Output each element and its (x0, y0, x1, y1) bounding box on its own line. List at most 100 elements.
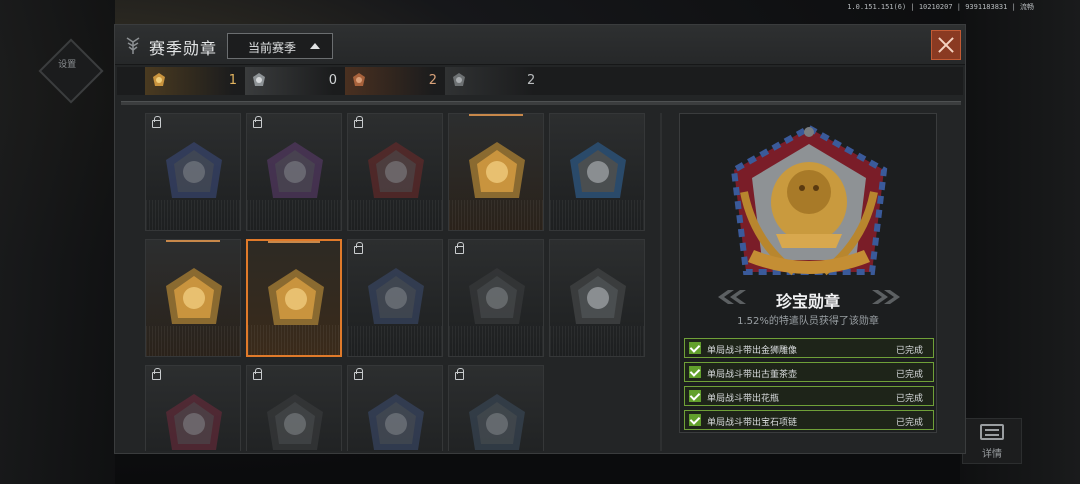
stat-bronze-count: 2 (428, 73, 437, 88)
medal-cell[interactable] (145, 239, 241, 357)
season-medals-panel: 赛季勋章 当前赛季 1 0 2 2 珍宝勋章 1.52%的特遣队员获得了该勋章 … (114, 24, 966, 454)
task-item: 单局战斗带出宝石项链 已完成 (684, 410, 934, 430)
medal-cell[interactable] (549, 239, 645, 357)
gray-medal-icon (453, 73, 465, 86)
medal-cell[interactable] (448, 239, 544, 357)
lock-icon (354, 242, 363, 254)
medal-grid (145, 113, 647, 451)
medal-cell[interactable] (246, 239, 342, 357)
lock-icon (253, 368, 262, 380)
eagle-medal-icon (570, 268, 626, 324)
lock-icon (455, 242, 464, 254)
task-name: 单局战斗带出古董茶壶 (707, 370, 798, 380)
bronze-medal-icon (353, 73, 365, 86)
check-icon (689, 390, 701, 402)
gold-medal-icon (153, 73, 165, 86)
medal-cell-pattern (449, 200, 543, 230)
detail-button-label: 详情 (982, 449, 1002, 460)
silver-medal-icon (253, 73, 265, 86)
task-name: 单局战斗带出宝石项链 (707, 418, 798, 428)
medal-cell[interactable] (145, 113, 241, 231)
task-status: 已完成 (895, 418, 923, 428)
medal-cell-accent (469, 114, 523, 116)
medal-cell[interactable] (347, 113, 443, 231)
check-icon (689, 342, 701, 354)
stat-gray-count: 2 (527, 73, 536, 88)
medal-stats-bar: 1 0 2 2 (117, 67, 963, 95)
helmet-medal-icon (267, 394, 323, 450)
medal-cell-pattern (248, 325, 340, 355)
task-item: 单局战斗带出古董茶壶 已完成 (684, 362, 934, 382)
stat-silver-count: 0 (328, 73, 337, 88)
panel-titlebar: 赛季勋章 当前赛季 (115, 25, 965, 65)
stat-bronze: 2 (345, 67, 443, 95)
task-name: 单局战斗带出花瓶 (707, 394, 780, 404)
medal-rate: 1.52%的特遣队员获得了该勋章 (737, 316, 879, 327)
medal-cell-pattern (550, 326, 644, 356)
lock-icon (152, 368, 161, 380)
task-status: 已完成 (895, 394, 923, 404)
left-hud-button-label: 设置 (58, 60, 77, 71)
medal-cell-accent (268, 241, 320, 243)
stat-gray: 2 (445, 67, 543, 95)
lock-icon (354, 368, 363, 380)
armored-medal-icon (368, 268, 424, 324)
stat-gold-count: 1 (228, 73, 237, 88)
badge-medal-icon (368, 394, 424, 450)
red-emblem-medal-icon (368, 142, 424, 198)
task-status: 已完成 (895, 370, 923, 380)
cannon-medal-icon (469, 268, 525, 324)
crossed-sword-medal-icon (166, 142, 222, 198)
stat-silver: 0 (245, 67, 343, 95)
medal-cell-pattern (550, 200, 644, 230)
medal-name: 珍宝勋章 (775, 292, 840, 311)
medal-cell[interactable] (246, 113, 342, 231)
medal-cell-pattern (348, 326, 442, 356)
divider (121, 101, 961, 105)
wings-emblem-icon (126, 37, 140, 54)
treasure-chest-medal-icon (166, 268, 222, 324)
shield-swords-medal-icon (469, 142, 525, 198)
lock-icon (354, 116, 363, 128)
lock-icon (455, 368, 464, 380)
stat-gold: 1 (145, 67, 243, 95)
crossed-rifles-medal-icon (267, 142, 323, 198)
lock-icon (152, 116, 161, 128)
medal-cell-pattern (146, 326, 240, 356)
medal-cell[interactable] (448, 113, 544, 231)
lion-medal-icon (268, 269, 324, 325)
lock-icon (253, 116, 262, 128)
medal-cell-pattern (449, 326, 543, 356)
task-name: 单局战斗带出金狮雕像 (707, 346, 798, 356)
check-icon (689, 366, 701, 378)
medal-cell[interactable] (145, 365, 241, 451)
medal-cell-accent (166, 240, 220, 242)
chevron-up-icon (310, 43, 320, 49)
panel-separator (660, 113, 662, 451)
medal-cell-pattern (146, 200, 240, 230)
medal-cell[interactable] (347, 239, 443, 357)
tank-medal-icon (570, 142, 626, 198)
page-title: 赛季勋章 (149, 39, 218, 58)
medal-cell-pattern (247, 200, 341, 230)
season-dropdown[interactable]: 当前赛季 (227, 33, 333, 59)
check-icon (689, 414, 701, 426)
task-list: 单局战斗带出金狮雕像 已完成 单局战斗带出古董茶壶 已完成 单局战斗带出花瓶 已完成 … (684, 338, 934, 434)
medal-cell[interactable] (246, 365, 342, 451)
medal-cell[interactable] (549, 113, 645, 231)
task-item: 单局战斗带出花瓶 已完成 (684, 386, 934, 406)
compass-medal-icon (469, 394, 525, 450)
close-button[interactable] (931, 30, 961, 60)
winged-medal-icon (166, 394, 222, 450)
lion-medal-icon (730, 124, 888, 276)
medal-detail-panel: 珍宝勋章 1.52%的特遣队员获得了该勋章 单局战斗带出金狮雕像 已完成 单局战斗… (679, 113, 937, 433)
detail-button[interactable]: 详情 (962, 418, 1022, 464)
task-item: 单局战斗带出金狮雕像 已完成 (684, 338, 934, 358)
list-icon (980, 424, 1004, 440)
version-info: 1.0.151.151(6) | 10210207 | 9391183831 |… (847, 3, 1034, 11)
season-dropdown-value: 当前赛季 (248, 41, 297, 55)
medal-cell[interactable] (347, 365, 443, 451)
medal-cell-pattern (348, 200, 442, 230)
task-status: 已完成 (895, 346, 923, 356)
medal-cell[interactable] (448, 365, 544, 451)
